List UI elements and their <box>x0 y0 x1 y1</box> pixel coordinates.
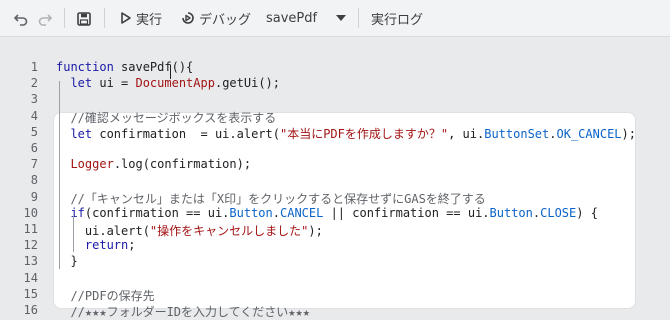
code-token: ui.alert( <box>56 224 150 238</box>
line-number: 3 <box>30 92 38 107</box>
text-cursor <box>170 65 171 79</box>
line-number: 7 <box>30 157 38 172</box>
code-line[interactable]: //「キャンセル」または「X印」をクリックすると保存せずにGASを終了する <box>56 190 486 207</box>
code-token: return <box>84 238 129 253</box>
line-number: 5 <box>30 124 38 139</box>
code-token: DocumentApp <box>135 76 215 91</box>
code-token: Button <box>489 205 533 220</box>
code-token: let <box>70 76 100 91</box>
code-line[interactable]: Logger.log(confirmation); <box>56 157 251 171</box>
toolbar-divider <box>104 8 105 28</box>
save-button[interactable] <box>73 5 95 33</box>
code-line[interactable]: if(confirmation == ui.Button.CANCEL || c… <box>56 205 598 220</box>
code-token: ); <box>621 126 636 141</box>
code-token: ) { <box>576 205 598 220</box>
code-token: confirmation = ui.alert( <box>99 126 280 141</box>
line-number: 14 <box>23 270 38 285</box>
code-token: . <box>272 205 280 220</box>
code-line[interactable]: return; <box>56 238 136 252</box>
line-number: 13 <box>23 254 38 269</box>
code-editor[interactable]: 1 2 3 4 5 6 7 8 9 10 11 12 13 14 15 16 function savePdf… <box>0 37 670 320</box>
toolbar-divider <box>358 8 359 28</box>
run-label: 実行 <box>136 12 163 28</box>
run-button[interactable]: 実行 <box>120 4 162 32</box>
code-token: ); <box>308 224 323 238</box>
code-token: //★★★フォルダーIDを入力してください★★★ <box>56 305 310 319</box>
redo-icon <box>38 14 53 26</box>
toolbar: 実行 デバッグ savePdf 実行ログ <box>0 0 670 37</box>
code-line[interactable]: //PDFの保存先 <box>56 287 155 304</box>
undo-icon <box>13 14 28 26</box>
play-icon <box>121 12 131 24</box>
code-token: , ui. <box>448 126 485 141</box>
line-number: 1 <box>30 60 38 74</box>
code-token: .log(confirmation); <box>113 157 252 172</box>
code-token: function <box>56 60 122 74</box>
code-token: || confirmation == ui. <box>323 205 490 220</box>
code-line[interactable]: ui.alert("操作をキャンセルしました"); <box>56 222 323 239</box>
save-icon <box>77 12 91 26</box>
debug-label: デバッグ <box>199 12 252 28</box>
dropdown-arrow-icon <box>336 15 347 21</box>
code-token: ButtonSet <box>484 126 550 141</box>
line-number: 6 <box>30 141 38 155</box>
line-number: 15 <box>23 286 38 301</box>
code-token: ; <box>128 238 136 253</box>
code-line[interactable]: function savePdf(){ <box>56 60 193 74</box>
code-token: CLOSE <box>540 205 577 220</box>
line-number: 4 <box>30 108 38 123</box>
function-select[interactable]: savePdf <box>266 4 347 32</box>
code-token: CANCEL <box>280 205 324 220</box>
code-token: OK_CANCEL <box>556 126 622 141</box>
code-line[interactable]: //確認メッセージボックスを表示する <box>56 109 276 126</box>
code-token: "本当にPDFを作成しますか？" <box>279 126 449 141</box>
line-number: 9 <box>30 189 38 204</box>
code-token: "操作をキャンセルしました" <box>149 224 309 238</box>
code-token: savePdf(){ <box>121 60 194 74</box>
code-line[interactable]: let confirmation = ui.alert("本当にPDFを作成しま… <box>56 125 636 142</box>
code-token: //PDFの保存先 <box>56 288 155 303</box>
code-token: //「キャンセル」または「X印」をクリックすると保存せずにGASを終了する <box>56 191 486 206</box>
code-token: . <box>549 126 557 141</box>
code-line[interactable]: let ui = DocumentApp.getUi(); <box>56 76 280 90</box>
line-number: 2 <box>30 76 38 91</box>
code-line[interactable]: //★★★フォルダーIDを入力してください★★★ <box>56 303 310 320</box>
debug-button[interactable]: デバッグ <box>180 4 251 32</box>
toolbar-divider <box>64 8 65 28</box>
indent-guide <box>73 216 74 252</box>
undo-button[interactable] <box>10 5 32 33</box>
debug-icon <box>182 12 194 24</box>
indent-guide <box>59 81 60 269</box>
line-number: 8 <box>30 173 38 188</box>
line-number: 10 <box>23 205 38 220</box>
code-token: Logger <box>70 157 114 172</box>
code-token: let <box>70 126 100 141</box>
line-number: 11 <box>23 222 38 236</box>
code-token: Button <box>229 205 273 220</box>
code-token: (confirmation == ui. <box>84 205 230 220</box>
line-number: 12 <box>23 238 38 253</box>
code-token: .getUi(); <box>214 76 280 91</box>
line-number: 16 <box>23 303 38 317</box>
function-select-value: savePdf <box>266 10 318 26</box>
execution-log-label: 実行ログ <box>371 12 424 28</box>
execution-log-button[interactable]: 実行ログ <box>371 4 423 32</box>
code-token: ui = <box>99 76 136 91</box>
code-token: //確認メッセージボックスを表示する <box>56 110 277 125</box>
redo-button[interactable] <box>34 5 56 33</box>
